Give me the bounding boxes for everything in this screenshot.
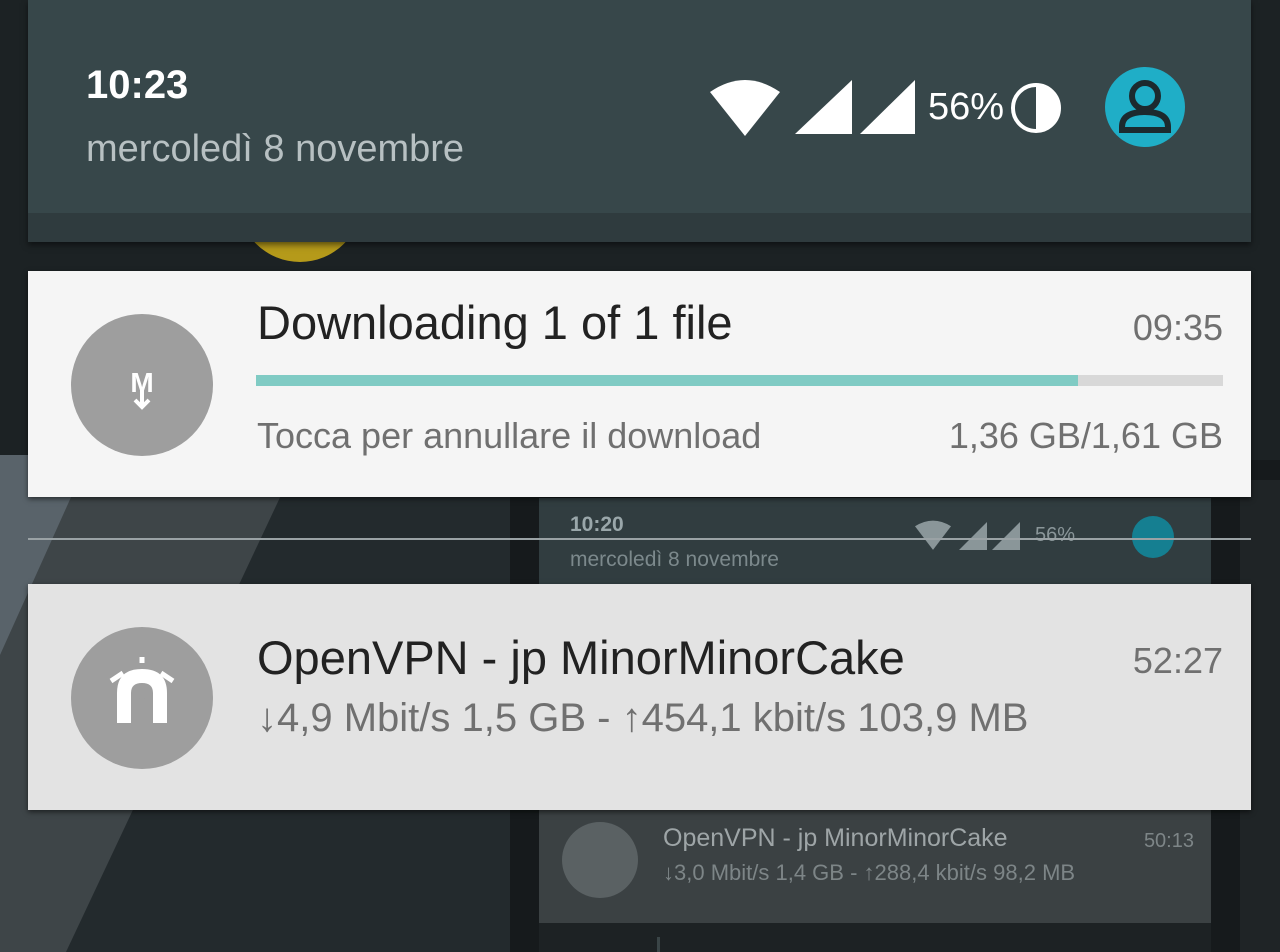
notification-time: 52:27	[1132, 640, 1223, 681]
background-preview-notification: OpenVPN - jp MinorMinorCake 50:13 ↓3,0 M…	[539, 810, 1211, 923]
download-progress-fill	[256, 375, 1078, 386]
user-avatar-icon[interactable]	[1105, 67, 1185, 147]
download-progress-bar	[256, 375, 1223, 386]
notification-divider	[28, 538, 1251, 540]
wifi-icon	[710, 80, 780, 136]
background-preview-title: OpenVPN - jp MinorMinorCake	[663, 824, 1008, 852]
notification-time: 09:35	[1132, 307, 1223, 348]
notification-title: Downloading 1 of 1 file	[257, 296, 733, 349]
cell-signal-icon	[959, 522, 1020, 550]
openvpn-lock-icon	[562, 822, 638, 898]
battery-percent: 56%	[928, 86, 1005, 128]
download-manager-icon: M	[71, 314, 213, 456]
battery-saver-icon	[1011, 83, 1061, 133]
download-size-info: 1,36 GB/1,61 GB	[948, 415, 1223, 456]
background-preview-stats: ↓3,0 Mbit/s 1,4 GB - ↑288,4 kbit/s 98,2 …	[663, 860, 1076, 885]
avatar	[1132, 516, 1174, 558]
cell-signal-icon	[860, 80, 915, 134]
divider	[657, 937, 660, 952]
vpn-traffic-stats: ↓4,9 Mbit/s 1,5 GB - ↑454,1 kbit/s 103,9…	[257, 696, 1029, 740]
notification-title: OpenVPN - jp MinorMinorCake	[257, 631, 905, 684]
status-clock[interactable]: 10:23	[86, 63, 188, 108]
background-preview-clock: 10:20	[570, 513, 624, 536]
background-preview-date: mercoledì 8 novembre	[570, 548, 779, 571]
background-preview-header: 10:20 mercoledì 8 novembre 56%	[539, 498, 1211, 588]
status-date[interactable]: mercoledì 8 novembre	[86, 128, 464, 171]
status-icons: 56%	[710, 74, 1080, 136]
background-preview-footer	[539, 923, 1211, 952]
background-preview-time: 50:13	[1143, 830, 1194, 852]
header-bottom-edge	[28, 213, 1251, 242]
wifi-icon	[915, 520, 951, 550]
openvpn-lock-icon	[71, 627, 213, 769]
openvpn-notification[interactable]: OpenVPN - jp MinorMinorCake 52:27 ↓4,9 M…	[28, 584, 1251, 810]
notification-cancel-text[interactable]: Tocca per annullare il download	[257, 415, 761, 457]
quick-settings-header[interactable]: 10:23 mercoledì 8 novembre 56%	[28, 0, 1251, 242]
download-notification[interactable]: M Downloading 1 of 1 file 09:35 Tocca pe…	[28, 271, 1251, 497]
background-preview-battery: 56%	[1035, 524, 1076, 546]
cell-signal-icon	[795, 80, 852, 134]
